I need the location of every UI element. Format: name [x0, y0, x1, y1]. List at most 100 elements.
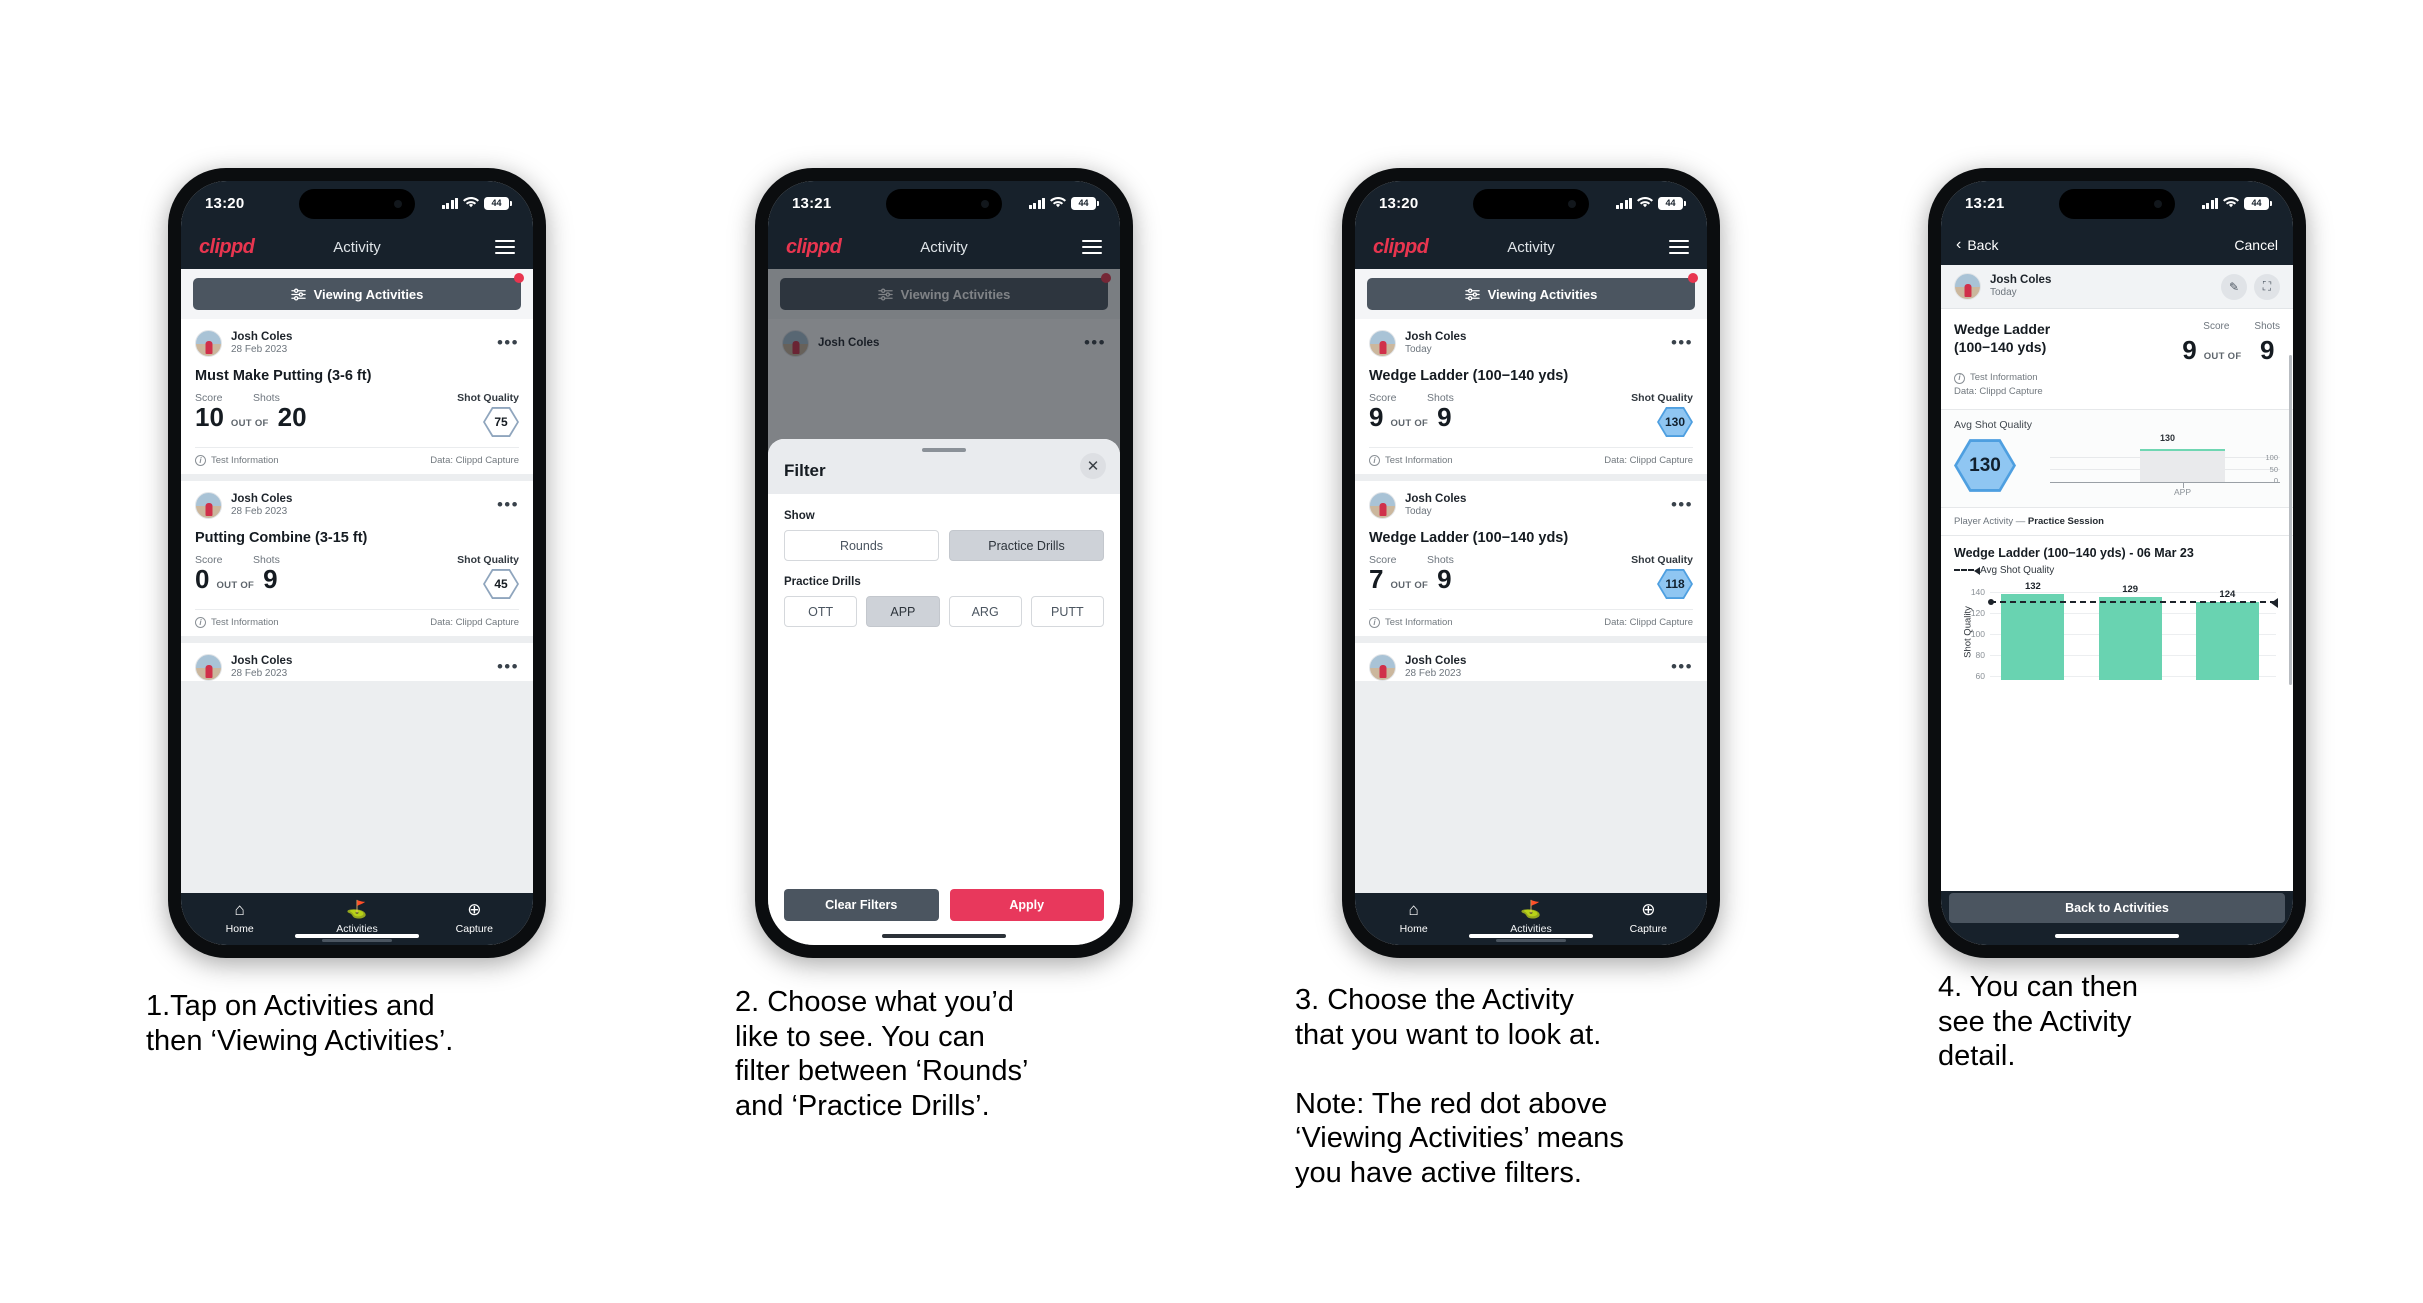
ytick-120: 120: [1970, 607, 1985, 618]
legend-dash-icon: [1954, 569, 1974, 571]
cellular-signal-icon: [1028, 197, 1045, 209]
tab-active-indicator: [1495, 938, 1566, 942]
viewing-activities-label: Viewing Activities: [313, 286, 424, 302]
quality-badge-wrap: 118: [1657, 568, 1693, 600]
activity-title: Wedge Ladder (100−140 yds): [1369, 530, 1569, 546]
option-practice-drills[interactable]: Practice Drills: [949, 530, 1104, 561]
data-source-label: Data: Clippd Capture: [1604, 455, 1693, 466]
shot-quality-value: 130: [1659, 408, 1691, 436]
chart-legend: Avg Shot Quality: [1954, 565, 2280, 576]
home-icon: ⌂: [234, 899, 245, 919]
info-icon[interactable]: i: [195, 617, 206, 628]
back-button[interactable]: Back: [1967, 237, 1998, 253]
tab-capture[interactable]: ⊕ Capture: [1590, 900, 1707, 935]
test-information-label: Test Information: [1385, 455, 1453, 466]
option-ott[interactable]: OTT: [784, 596, 858, 627]
option-arg[interactable]: ARG: [948, 596, 1022, 627]
tab-activities[interactable]: ⛳ Activities: [1472, 900, 1589, 942]
detail-body[interactable]: Wedge Ladder (100−140 yds) Score 9 OUT O…: [1941, 309, 2293, 891]
activity-card[interactable]: Josh Coles Today ••• Wedge Ladder (100−1…: [1355, 481, 1707, 636]
option-putt[interactable]: PUTT: [1030, 596, 1104, 627]
card-overflow-icon[interactable]: •••: [1671, 659, 1693, 675]
tab-home[interactable]: ⌂ Home: [1355, 900, 1472, 935]
activity-card[interactable]: Josh Coles 28 Feb 2023 •••: [181, 643, 533, 681]
close-icon[interactable]: ✕: [1080, 453, 1106, 479]
activity-card[interactable]: Josh Coles 28 Feb 2023 ••• Must Make Put…: [181, 319, 533, 474]
score-value: 9: [2182, 335, 2197, 365]
clippd-logo: clippd: [199, 235, 255, 258]
cancel-button[interactable]: Cancel: [2234, 237, 2278, 253]
tab-capture[interactable]: ⊕ Capture: [416, 900, 533, 935]
avg-shot-quality-row: 130 130 100 50 0 APP: [1954, 432, 2280, 497]
stat-values: 7 OUT OF 9 118: [1369, 566, 1693, 600]
menu-icon[interactable]: [495, 239, 515, 255]
avatar: [195, 492, 222, 519]
card-stats: Score Shots Shot Quality 10 OUT OF 20 75: [195, 392, 519, 447]
drag-handle[interactable]: [922, 448, 966, 452]
tab-home[interactable]: ⌂ Home: [181, 900, 298, 935]
status-indicators: 44: [1028, 196, 1099, 210]
detail-summary: Wedge Ladder (100−140 yds) Score 9 OUT O…: [1941, 309, 2293, 371]
option-app[interactable]: APP: [866, 596, 940, 627]
info-icon[interactable]: i: [1369, 455, 1380, 466]
scrollbar[interactable]: [2289, 355, 2292, 685]
info-icon[interactable]: i: [1954, 372, 1965, 384]
menu-icon[interactable]: [1082, 239, 1102, 255]
pencil-icon[interactable]: ✎: [2221, 273, 2247, 300]
mini-axis-line: [2050, 481, 2280, 483]
status-time: 13:21: [1965, 194, 2005, 212]
card-divider: [181, 636, 533, 643]
apply-button[interactable]: Apply: [949, 889, 1104, 921]
status-time: 13:21: [792, 194, 832, 212]
card-header: Josh Coles Today •••: [1369, 330, 1693, 357]
menu-icon[interactable]: [1669, 239, 1689, 255]
page-title: Activity: [1507, 238, 1555, 256]
card-header: Josh Coles 28 Feb 2023 •••: [195, 330, 519, 357]
mini-ytick-0: 0: [2273, 475, 2278, 485]
mini-ytick-50: 50: [2269, 464, 2278, 474]
card-overflow-icon[interactable]: •••: [497, 659, 519, 675]
mini-bar-value: 130: [2160, 432, 2176, 443]
card-header: Josh Coles 28 Feb 2023 •••: [195, 654, 519, 681]
wifi-icon: [1050, 197, 1066, 208]
activity-card[interactable]: Josh Coles 28 Feb 2023 •••: [1355, 643, 1707, 681]
info-icon[interactable]: i: [1369, 617, 1380, 628]
dynamic-island: [2059, 189, 2175, 219]
activity-date: 28 Feb 2023: [231, 668, 288, 680]
stat-labels: Score Shots Shot Quality: [195, 554, 519, 566]
activity-card[interactable]: Josh Coles Today ••• Wedge Ladder (100−1…: [1355, 319, 1707, 474]
shots-value: 9: [1437, 402, 1452, 432]
shot-quality-hexagon: 45: [483, 568, 519, 600]
dynamic-island: [1473, 189, 1589, 219]
battery-icon: 44: [2244, 196, 2272, 210]
card-overflow-icon[interactable]: •••: [497, 335, 519, 351]
back-to-activities-button[interactable]: Back to Activities: [1949, 893, 2285, 923]
info-icon[interactable]: i: [195, 455, 206, 466]
page-title: Activity: [333, 238, 381, 256]
shots-value: 20: [277, 402, 307, 432]
ytick-60: 60: [1975, 670, 1985, 681]
expand-icon[interactable]: ⛶: [2254, 273, 2280, 300]
card-overflow-icon[interactable]: •••: [1671, 497, 1693, 513]
activity-list-3[interactable]: Josh Coles Today ••• Wedge Ladder (100−1…: [1355, 319, 1707, 893]
user-name: Josh Coles: [1405, 493, 1467, 506]
option-rounds[interactable]: Rounds: [784, 530, 939, 561]
show-options: Rounds Practice Drills: [784, 530, 1104, 561]
activity-date: Today: [1990, 287, 2017, 299]
chevron-left-icon[interactable]: ‹: [1956, 236, 1961, 254]
ytick-80: 80: [1975, 649, 1985, 660]
viewing-activities-button[interactable]: Viewing Activities: [1367, 278, 1695, 310]
detail-activity-title: Wedge Ladder (100−140 yds): [1954, 321, 2051, 355]
clear-filters-button[interactable]: Clear Filters: [784, 889, 939, 921]
shot-quality-bar-chart: Shot Quality 140 120 100 80 60 132 129 1…: [1954, 581, 2280, 681]
activity-card[interactable]: Josh Coles 28 Feb 2023 ••• Putting Combi…: [181, 481, 533, 636]
avatar: [1954, 273, 1981, 300]
tab-activities[interactable]: ⛳ Activities: [298, 900, 415, 942]
battery-icon: 44: [1658, 196, 1686, 210]
activity-list-1[interactable]: Josh Coles 28 Feb 2023 ••• Must Make Put…: [181, 319, 533, 893]
card-overflow-icon[interactable]: •••: [497, 497, 519, 513]
viewing-activities-button[interactable]: Viewing Activities: [193, 278, 521, 310]
stat-labels: Score Shots Shot Quality: [1369, 554, 1693, 566]
shot-quality-value: 45: [485, 570, 517, 598]
card-overflow-icon[interactable]: •••: [1671, 335, 1693, 351]
